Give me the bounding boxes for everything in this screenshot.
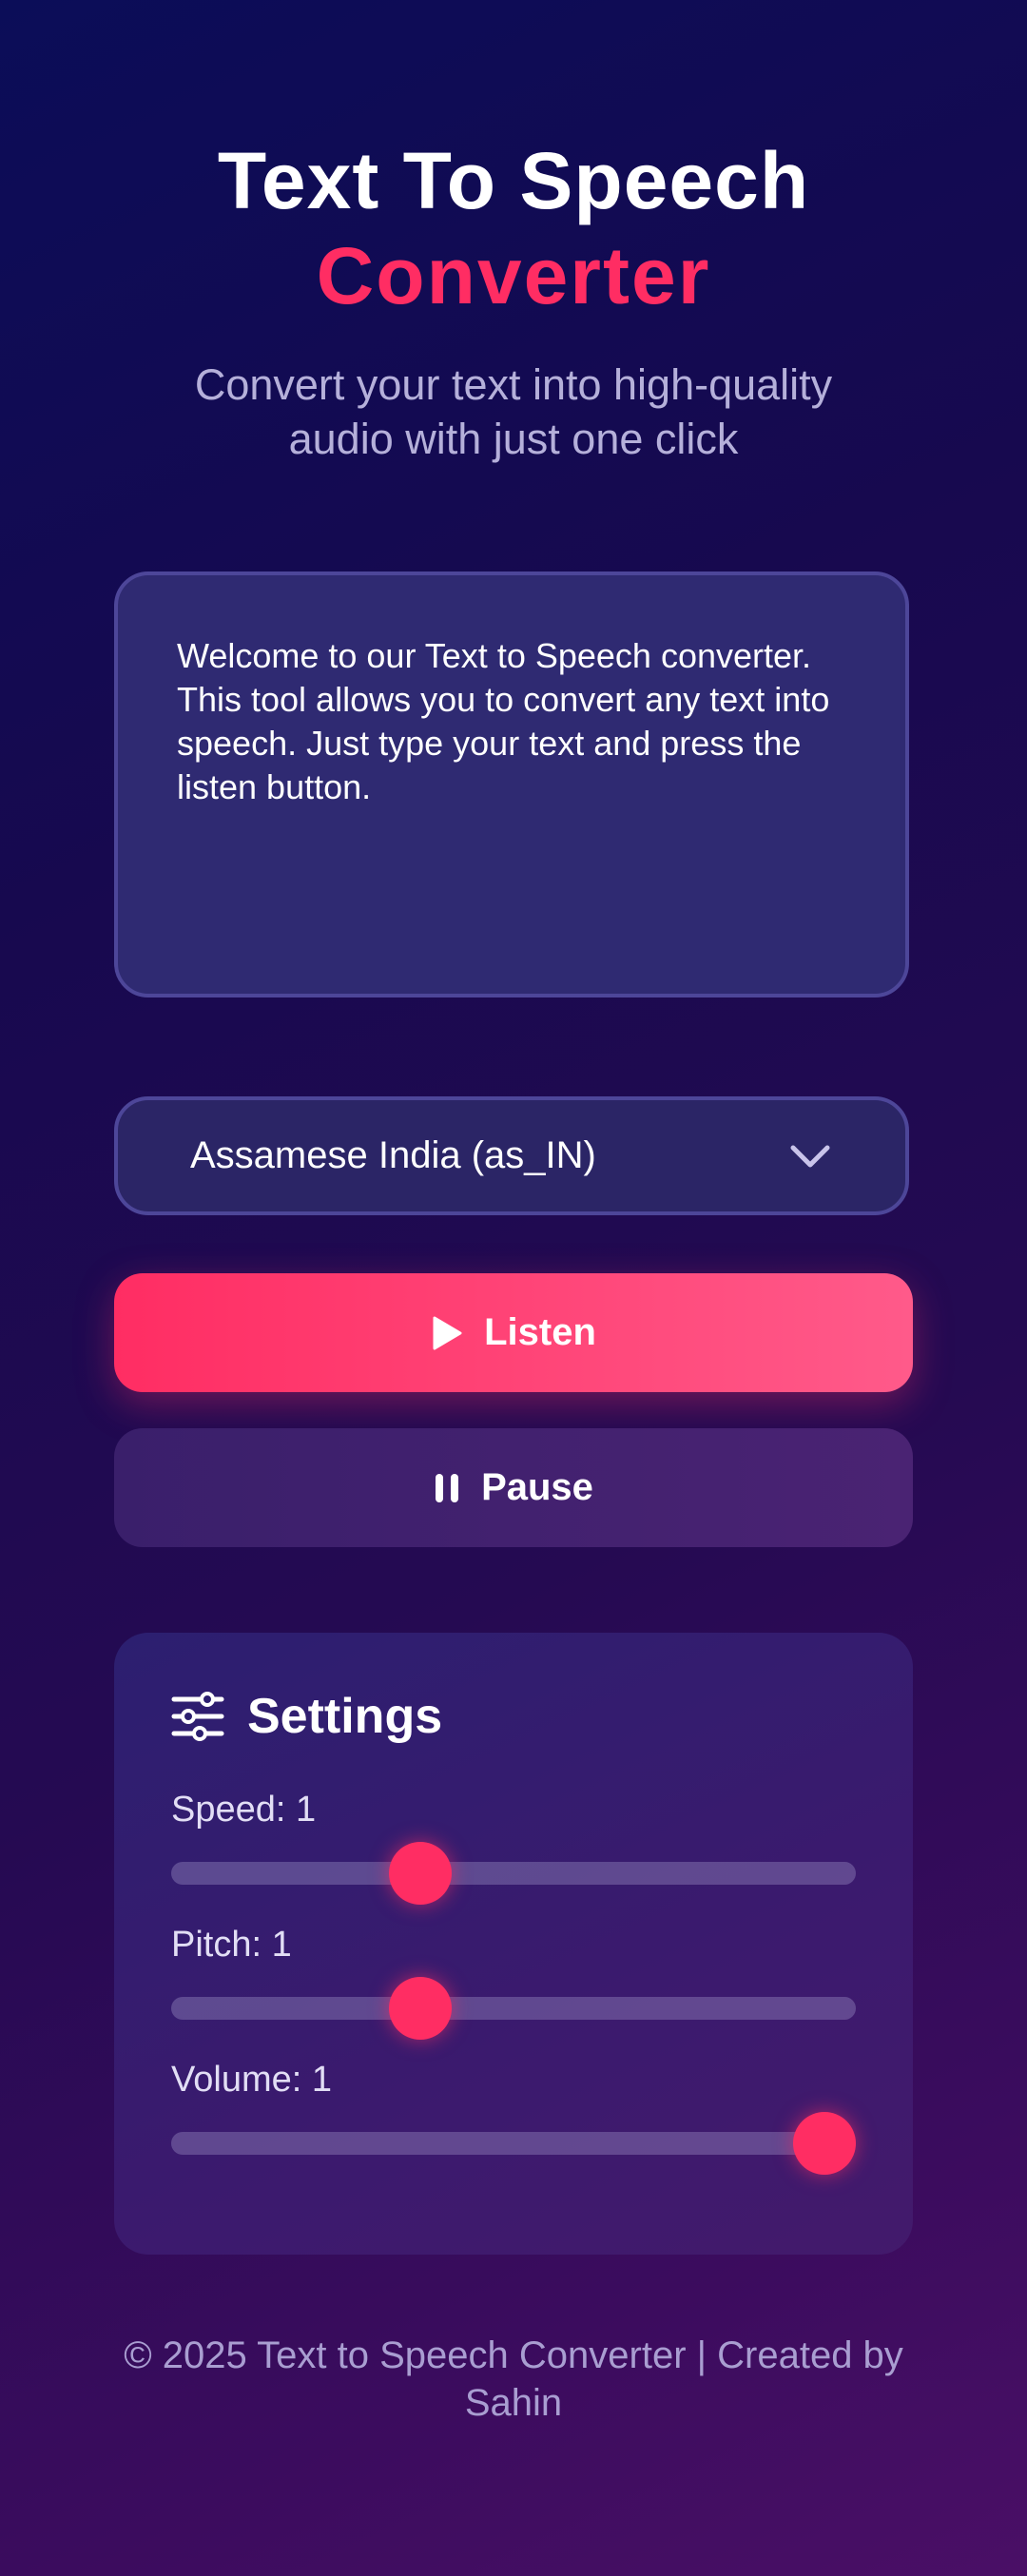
listen-button[interactable]: Listen — [114, 1273, 913, 1392]
volume-slider-thumb[interactable] — [793, 2112, 856, 2175]
header: Text To Speech Converter Convert your te… — [0, 133, 1027, 466]
settings-header: Settings — [171, 1688, 442, 1745]
speed-label: Speed: 1 — [171, 1790, 317, 1830]
footer: © 2025 Text to Speech Converter | Create… — [0, 2332, 1027, 2427]
page-title-accent: Converter — [316, 231, 711, 320]
page-subtitle: Convert your text into high-quality audi… — [194, 360, 833, 463]
voice-select[interactable]: Assamese India (as_IN) — [114, 1096, 909, 1215]
sliders-icon — [171, 1692, 224, 1741]
speed-slider[interactable] — [171, 1842, 856, 1905]
settings-title: Settings — [247, 1689, 443, 1744]
chevron-down-icon — [790, 1145, 830, 1167]
settings-panel: Settings Speed: 1 Pitch: 1 Volume: 1 — [114, 1633, 913, 2255]
pause-icon — [436, 1473, 459, 1502]
page-title: Text To Speech — [217, 136, 810, 225]
volume-slider[interactable] — [171, 2112, 856, 2175]
volume-label: Volume: 1 — [171, 2060, 332, 2100]
text-input-area[interactable]: Welcome to our Text to Speech converter.… — [114, 571, 909, 997]
voice-select-value: Assamese India (as_IN) — [190, 1134, 596, 1176]
pitch-slider-thumb[interactable] — [388, 1977, 452, 2040]
pitch-slider[interactable] — [171, 1977, 856, 2040]
pause-button-label: Pause — [481, 1466, 593, 1508]
pause-button[interactable]: Pause — [114, 1428, 913, 1547]
footer-text: © 2025 Text to Speech Converter | Create… — [124, 2334, 903, 2424]
pitch-label: Pitch: 1 — [171, 1925, 292, 1965]
play-icon — [433, 1316, 462, 1349]
listen-button-label: Listen — [484, 1311, 596, 1353]
speed-slider-thumb[interactable] — [388, 1842, 452, 1905]
